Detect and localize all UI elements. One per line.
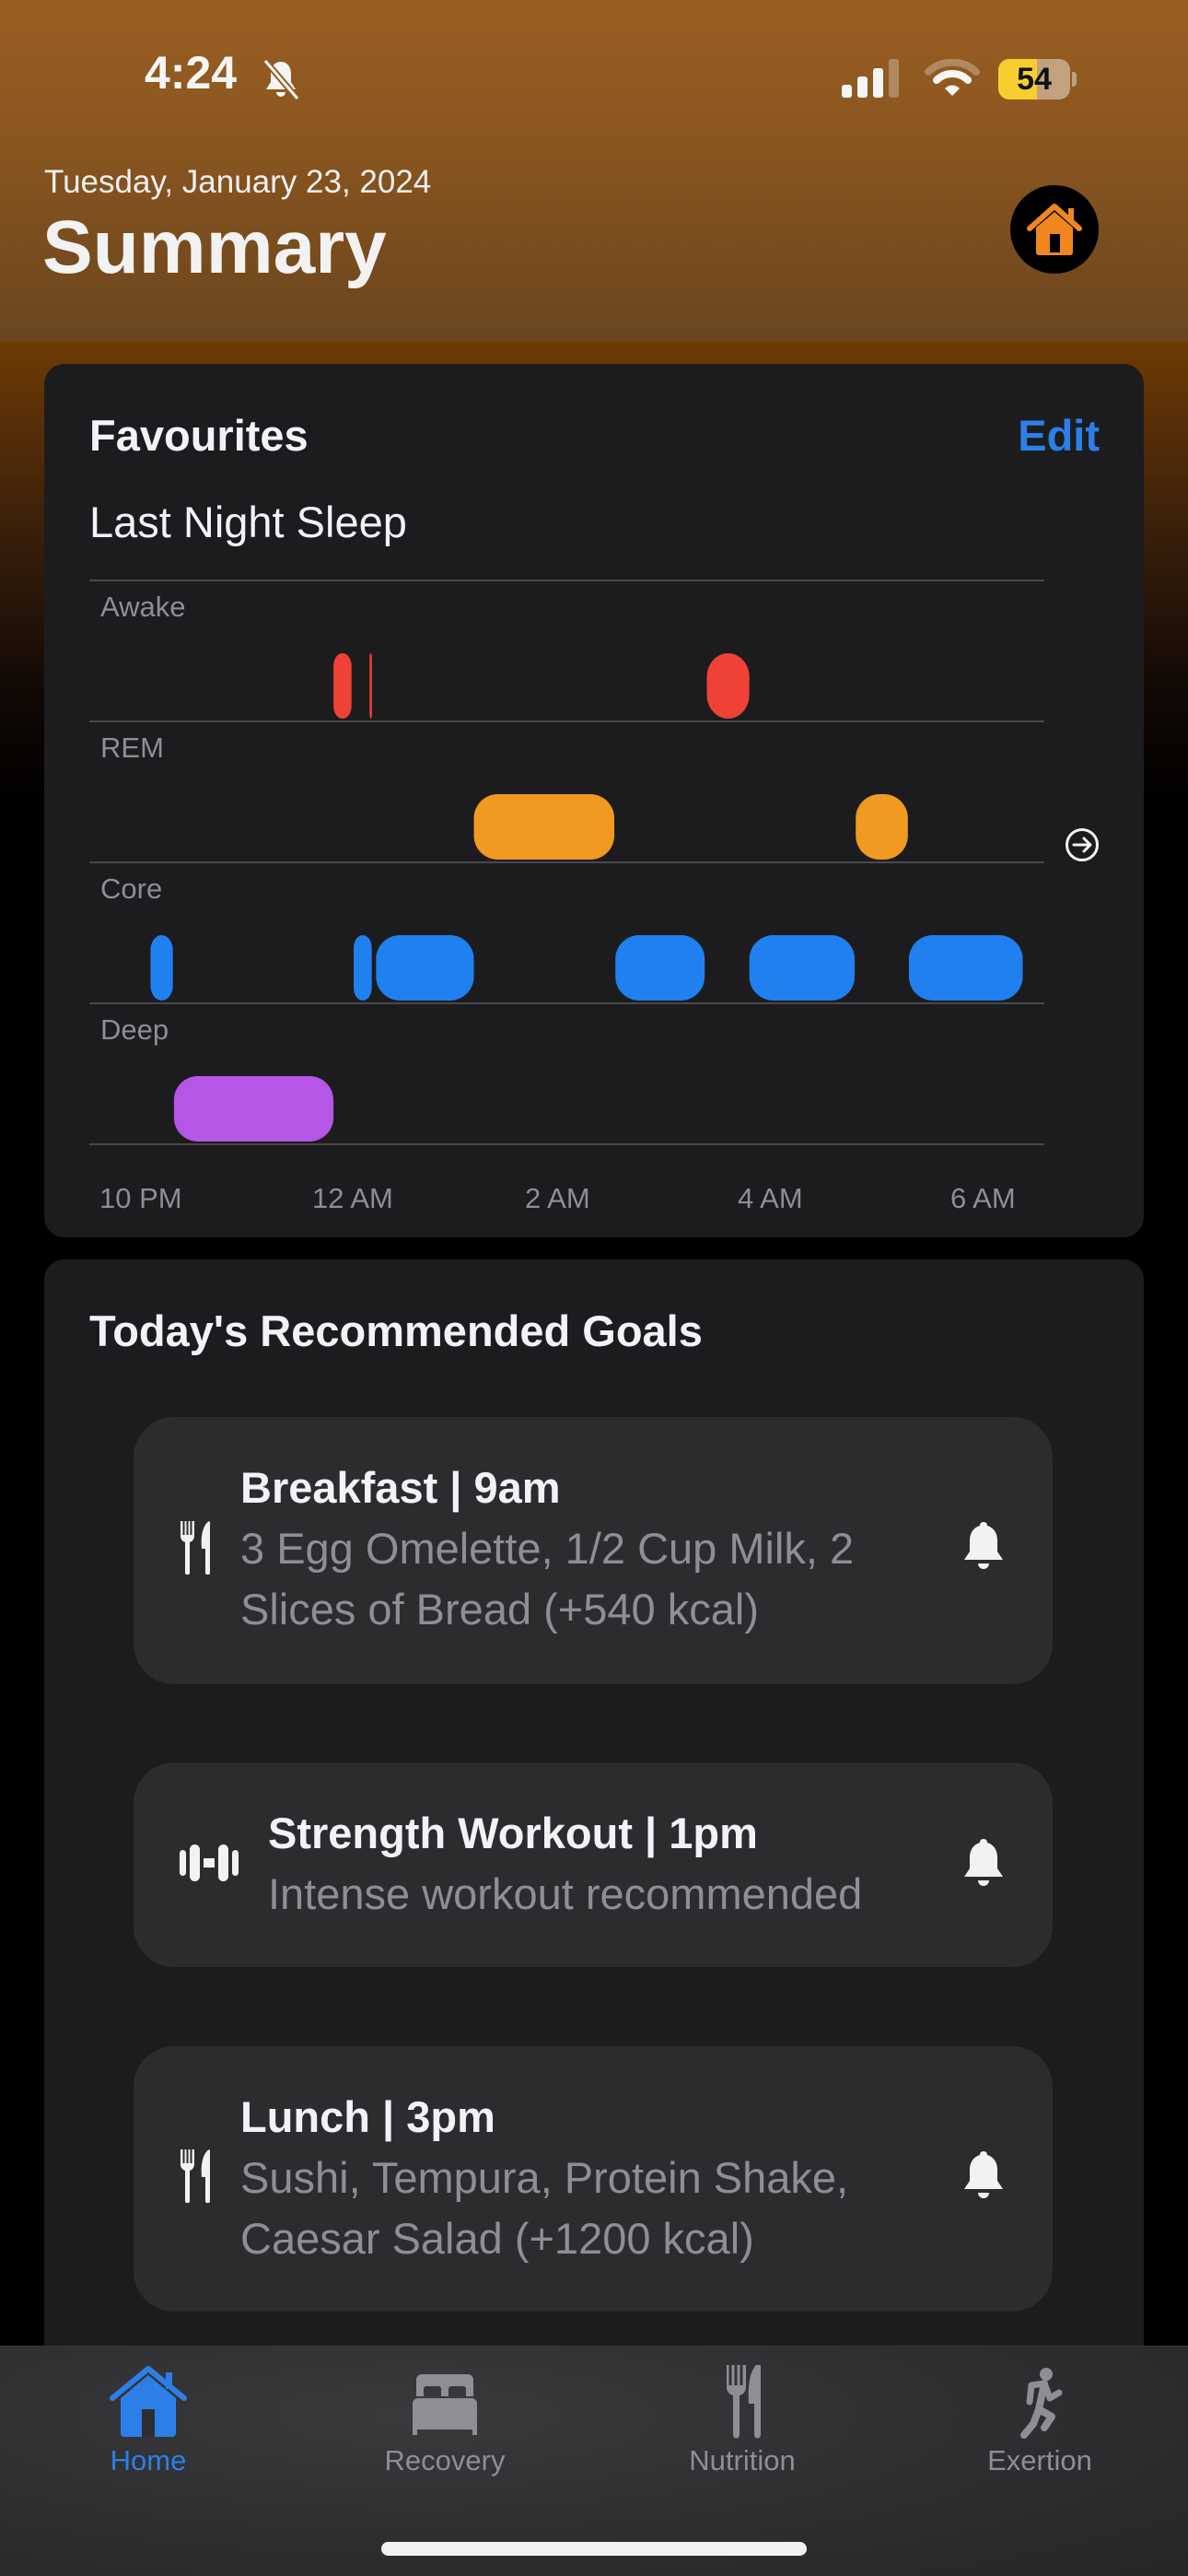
bell-icon[interactable] xyxy=(961,1837,1007,1889)
sleep-segment-awake xyxy=(369,653,372,719)
stage-label-awake: Awake xyxy=(100,591,186,623)
running-figure-icon xyxy=(1020,2368,1063,2439)
x-tick-label: 12 AM xyxy=(312,1182,393,1214)
tab-home[interactable]: Home xyxy=(0,2347,297,2503)
status-time: 4:24 xyxy=(145,47,238,99)
fork-knife-icon xyxy=(726,2365,762,2439)
page-title: Summary xyxy=(42,205,387,289)
favourites-title: Favourites xyxy=(89,411,309,460)
signal-bar xyxy=(857,76,868,98)
dumbbell-icon xyxy=(180,1844,239,1881)
house-icon xyxy=(1027,204,1082,255)
tab-label: Home xyxy=(110,2444,187,2476)
stage-label-deep: Deep xyxy=(100,1013,169,1046)
sleep-segment-core xyxy=(908,935,1023,1001)
battery-tip xyxy=(1072,72,1077,87)
sleep-segment-core xyxy=(150,935,173,1001)
bell-icon[interactable] xyxy=(961,2149,1007,2201)
stage-label-rem: REM xyxy=(100,732,164,764)
arrow-right-circle-icon[interactable] xyxy=(1064,826,1101,863)
goal-description: 3 Egg Omelette, 1/2 Cup Milk, 2 Slices o… xyxy=(240,1524,855,1633)
tab-label: Recovery xyxy=(384,2444,506,2476)
tab-exertion[interactable]: Exertion xyxy=(891,2347,1188,2503)
goal-description: Intense workout recommended xyxy=(268,1869,863,1918)
x-tick-label: 6 AM xyxy=(950,1182,1016,1214)
battery-percent: 54 xyxy=(1017,62,1052,97)
home-profile-button[interactable] xyxy=(1010,185,1099,274)
goal-item-breakfast[interactable]: Breakfast | 9am 3 Egg Omelette, 1/2 Cup … xyxy=(134,1417,1053,1684)
battery-indicator: 54 xyxy=(998,59,1077,100)
sleep-segment-awake xyxy=(706,653,750,719)
sleep-segment-core xyxy=(749,935,856,1001)
tab-nutrition[interactable]: Nutrition xyxy=(594,2347,891,2503)
tab-label: Nutrition xyxy=(689,2444,796,2476)
goal-text: Lunch | 3pm Sushi, Tempura, Protein Shak… xyxy=(240,2087,922,2269)
signal-bar xyxy=(889,59,899,98)
x-tick-label: 10 PM xyxy=(99,1182,182,1214)
sleep-segment-rem xyxy=(856,794,908,860)
wifi-icon xyxy=(925,59,980,96)
goal-title: Strength Workout | 1pm xyxy=(268,1809,758,1857)
sleep-segment-rem xyxy=(473,794,615,860)
favourites-card: Favourites Edit Last Night Sleep Awake R… xyxy=(44,364,1144,1237)
goal-title: Breakfast | 9am xyxy=(240,1463,561,1512)
sleep-segment-awake xyxy=(333,653,352,719)
goal-text: Breakfast | 9am 3 Egg Omelette, 1/2 Cup … xyxy=(240,1458,922,1640)
signal-bar xyxy=(873,68,883,98)
edit-button[interactable]: Edit xyxy=(1018,410,1100,461)
x-tick-label: 4 AM xyxy=(738,1182,803,1214)
sleep-segment-core xyxy=(376,935,474,1001)
goal-title: Lunch | 3pm xyxy=(240,2092,495,2141)
tab-label: Exertion xyxy=(987,2444,1092,2476)
bed-icon xyxy=(413,2374,477,2435)
bell-slash-icon xyxy=(262,58,300,100)
goal-description: Sushi, Tempura, Protein Shake, Caesar Sa… xyxy=(240,2153,849,2263)
stage-label-core: Core xyxy=(100,872,163,905)
goal-item-strength-workout[interactable]: Strength Workout | 1pm Intense workout r… xyxy=(134,1762,1053,1967)
house-icon xyxy=(110,2366,187,2437)
sleep-segment-core xyxy=(354,935,372,1001)
home-indicator[interactable] xyxy=(381,2542,807,2556)
sleep-segment-deep xyxy=(173,1076,334,1142)
fork-knife-icon xyxy=(180,1521,211,1575)
fork-knife-icon xyxy=(180,2149,211,2203)
goal-text: Strength Workout | 1pm Intense workout r… xyxy=(268,1803,986,1925)
signal-bar xyxy=(842,85,852,98)
sleep-chart-title[interactable]: Last Night Sleep xyxy=(89,497,407,547)
header-date: Tuesday, January 23, 2024 xyxy=(44,164,432,200)
cellular-signal-icon xyxy=(842,59,899,98)
sleep-chart-svg xyxy=(89,580,1044,1145)
goals-title: Today's Recommended Goals xyxy=(89,1306,703,1355)
goal-item-lunch[interactable]: Lunch | 3pm Sushi, Tempura, Protein Shak… xyxy=(134,2046,1053,2312)
x-tick-label: 2 AM xyxy=(525,1182,590,1214)
sleep-segment-core xyxy=(615,935,705,1001)
tab-recovery[interactable]: Recovery xyxy=(297,2347,593,2503)
bell-icon[interactable] xyxy=(961,1520,1007,1572)
sleep-stages-chart[interactable]: Awake REM Core Deep 10 PM 12 AM 2 AM 4 A… xyxy=(89,580,1044,1214)
